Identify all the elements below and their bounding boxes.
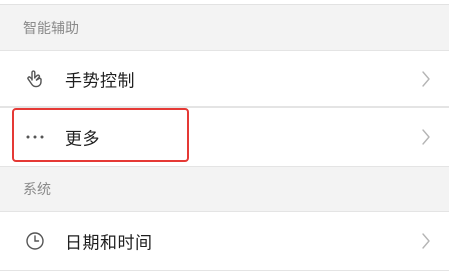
settings-row-gesture-control[interactable]: 手势控制	[0, 50, 449, 107]
section-title: 智能辅助	[23, 20, 79, 37]
clock-icon	[24, 230, 46, 252]
settings-row-label: 手势控制	[65, 71, 135, 91]
settings-row-date-time[interactable]: 日期和时间	[0, 211, 449, 271]
settings-row-label: 更多	[65, 129, 100, 150]
section-header-smart-assist: 智能辅助	[0, 5, 449, 50]
chevron-right-icon	[422, 233, 430, 249]
settings-row-more[interactable]: 更多	[0, 107, 449, 167]
chevron-right-icon	[422, 129, 430, 145]
hand-gesture-icon	[24, 68, 46, 90]
chevron-right-icon	[422, 70, 430, 87]
more-dots-icon	[24, 126, 46, 148]
section-title: 系统	[23, 182, 51, 198]
section-header-system: 系统	[0, 167, 449, 211]
settings-row-label: 日期和时间	[65, 233, 153, 254]
